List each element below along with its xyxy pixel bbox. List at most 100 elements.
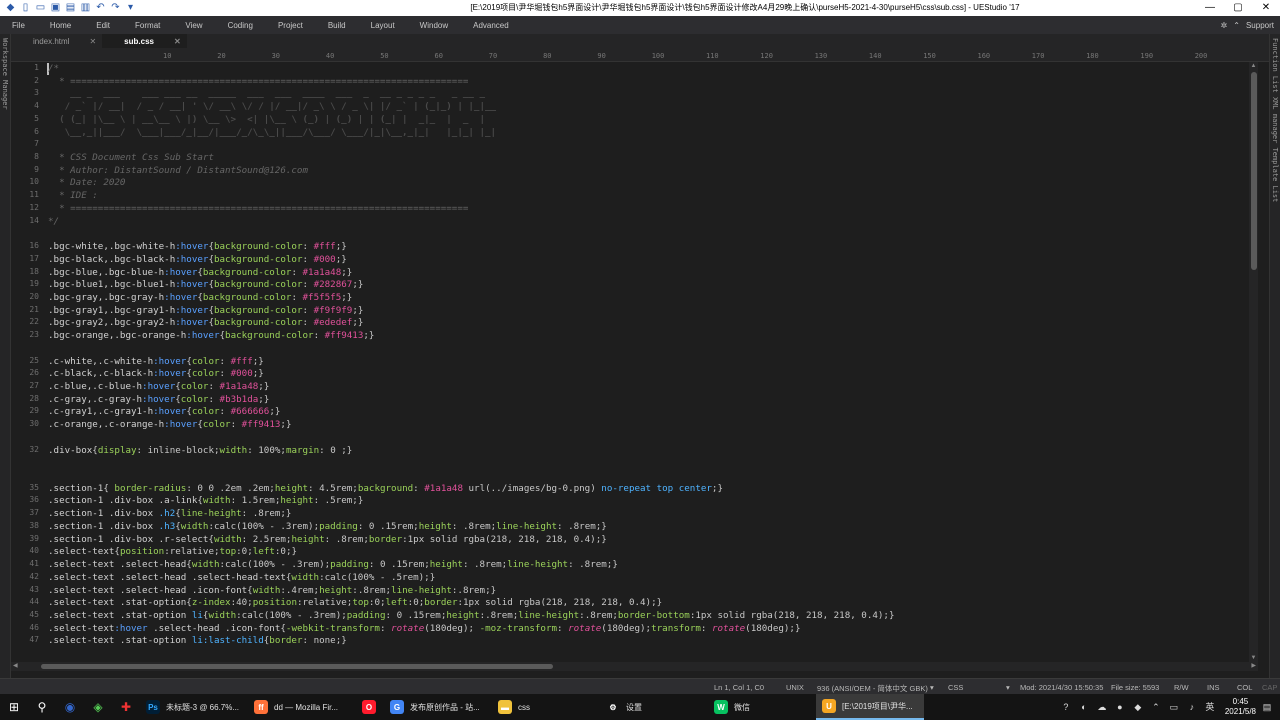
tray-app-icon[interactable]: ◆ [1131, 700, 1145, 714]
code-line[interactable]: .c-black,.c-black-h:hover{color: #000;} [48, 368, 264, 381]
workspace-manager-label[interactable]: Workspace Manager [1, 38, 9, 110]
code-line[interactable]: .bgc-gray2,.bgc-gray2-h:hover{background… [48, 317, 363, 330]
volume-icon[interactable]: ♪ [1185, 700, 1199, 714]
show-hidden-icons-icon[interactable]: ⌃ [1149, 700, 1163, 714]
save-icon[interactable]: ▣ [49, 1, 62, 14]
code-line[interactable]: * ======================================… [48, 76, 468, 89]
dropdown-chevron-icon[interactable]: ▾ [1006, 683, 1010, 692]
code-area[interactable]: /* * ===================================… [48, 62, 1249, 662]
help-chevron-icon[interactable]: ⌃ [1233, 21, 1240, 30]
code-line[interactable]: .section-1 .div-box .a-link{width: 1.5re… [48, 495, 363, 508]
save-all-icon[interactable]: ▤ [64, 1, 77, 14]
scroll-left-arrow-icon[interactable]: ◀ [13, 662, 18, 669]
code-line[interactable]: .bgc-orange,.bgc-orange-h:hover{backgrou… [48, 330, 374, 343]
menu-home[interactable]: Home [38, 21, 84, 30]
code-line[interactable]: .section-1 .div-box .h2{line-height: .8r… [48, 508, 291, 521]
code-line[interactable]: .section-1{ border-radius: 0 0 .2em .2em… [48, 483, 723, 496]
menu-build[interactable]: Build [316, 21, 359, 30]
taskbar-app[interactable]: O [356, 694, 384, 720]
dropdown-chevron-icon[interactable]: ▾ [930, 683, 934, 692]
app-icon[interactable]: ✚ [112, 694, 140, 720]
undo-icon[interactable]: ↶ [94, 1, 107, 14]
code-line[interactable]: * Date: 2020 [48, 177, 125, 190]
menu-layout[interactable]: Layout [359, 21, 408, 30]
scroll-up-arrow-icon[interactable]: ▲ [1249, 63, 1258, 69]
workspace-manager-panel[interactable]: Workspace Manager [0, 34, 11, 678]
tray-app-icon[interactable]: ◐ [1077, 700, 1091, 714]
code-line[interactable]: .select-text .select-head .select-head-t… [48, 572, 435, 585]
code-line[interactable]: .select-text .stat-option li:last-child{… [48, 635, 347, 648]
code-line[interactable]: \__,_||___/ \___|___/_|__/|___/_/\_\_||_… [48, 127, 496, 140]
menu-edit[interactable]: Edit [84, 21, 123, 30]
code-line[interactable]: * IDE : [48, 190, 98, 203]
code-line[interactable]: .section-1 .div-box .h3{width:calc(100% … [48, 521, 607, 534]
menu-file[interactable]: File [0, 21, 38, 30]
open-file-icon[interactable]: ▭ [34, 1, 47, 14]
menu-format[interactable]: Format [123, 21, 173, 30]
encoding[interactable]: 936 (ANSI/OEM - 简体中文 GBK) [817, 683, 928, 694]
menu-project[interactable]: Project [266, 21, 316, 30]
code-line[interactable]: .select-text .stat-option{z-index:40;pos… [48, 597, 662, 610]
app-icon[interactable]: ◈ [84, 694, 112, 720]
right-panels-label[interactable]: Function List XML manager Template List [1271, 38, 1279, 202]
menu-advanced[interactable]: Advanced [461, 21, 522, 30]
input-method-icon[interactable]: 英 [1203, 700, 1217, 714]
tab-sub-css[interactable]: sub.css ✕ [102, 34, 187, 48]
menu-view[interactable]: View [173, 21, 215, 30]
tab-close-icon[interactable]: ✕ [89, 37, 96, 46]
search-icon[interactable]: ⚲ [28, 694, 56, 720]
taskbar-app[interactable]: ⚙ 设置 [600, 694, 708, 720]
code-line[interactable]: .c-orange,.c-orange-h:hover{color: #ff94… [48, 419, 291, 432]
vertical-scroll-thumb[interactable] [1251, 72, 1257, 270]
code-editor[interactable]: 1 2 3 4 5 6 7 8 9 10 11 12 14 16 17 18 19 20 21 22 23 25 26 27 2… [11, 62, 1249, 662]
code-line[interactable]: */ [48, 216, 59, 229]
menu-coding[interactable]: Coding [216, 21, 266, 30]
read-write-status[interactable]: R/W [1174, 683, 1189, 692]
column-mode[interactable]: COL [1237, 683, 1252, 692]
redo-icon[interactable]: ↷ [109, 1, 122, 14]
code-line[interactable]: .c-gray,.c-gray-h:hover{color: #b3b1da;} [48, 394, 269, 407]
code-line[interactable]: ( (_| |\__ \ | __\__ \ |) \__ \> <| |\__… [48, 114, 485, 127]
code-line[interactable]: * ======================================… [48, 203, 468, 216]
taskbar-app[interactable]: ▬ css [492, 694, 600, 720]
insert-mode[interactable]: INS [1207, 683, 1220, 692]
settings-icon[interactable]: ✲ [1221, 21, 1228, 30]
print-icon[interactable]: ▥ [79, 1, 92, 14]
new-file-icon[interactable]: ▯ [19, 1, 32, 14]
help-icon[interactable]: ? [1059, 700, 1073, 714]
code-line[interactable]: .bgc-gray,.bgc-gray-h:hover{background-c… [48, 292, 352, 305]
code-line[interactable]: * CSS Document Css Sub Start [48, 152, 214, 165]
code-line[interactable]: / _` |/ __| / _ / __| ' \/ __\ \/ / |/ _… [48, 101, 496, 114]
code-line[interactable]: .section-1 .div-box .r-select{width: 2.5… [48, 534, 607, 547]
code-line[interactable]: .select-text:hover .select-head .icon-fo… [48, 623, 801, 636]
scroll-right-arrow-icon[interactable]: ▶ [1251, 662, 1256, 669]
maximize-button[interactable]: ▢ [1224, 0, 1252, 16]
code-line[interactable]: .c-white,.c-white-h:hover{color: #fff;} [48, 356, 264, 369]
onedrive-icon[interactable]: ☁ [1095, 700, 1109, 714]
tab-close-icon[interactable]: ✕ [174, 37, 181, 46]
network-icon[interactable]: ▭ [1167, 700, 1181, 714]
code-line[interactable]: .div-box{display: inline-block;width: 10… [48, 445, 352, 458]
cursor-position[interactable]: Ln 1, Col 1, C0 [714, 683, 764, 692]
code-line[interactable]: .c-blue,.c-blue-h:hover{color: #1a1a48;} [48, 381, 269, 394]
code-line[interactable]: * Author: DistantSound / DistantSound@12… [48, 165, 308, 178]
support-menu[interactable]: Support [1246, 21, 1274, 30]
code-line[interactable]: .select-text .select-head .icon-font{wid… [48, 585, 496, 598]
taskbar-app[interactable]: ff dd — Mozilla Fir... [248, 694, 356, 720]
customize-toolbar-icon[interactable]: ▾ [124, 1, 137, 14]
vertical-scrollbar[interactable]: ▲ ▼ [1249, 62, 1258, 662]
code-line[interactable]: .bgc-blue1,.bgc-blue1-h:hover{background… [48, 279, 363, 292]
code-line[interactable]: .select-text{position:relative;top:0;lef… [48, 546, 297, 559]
code-line[interactable]: .select-text .stat-option li{width:calc(… [48, 610, 894, 623]
wechat-tray-icon[interactable]: ● [1113, 700, 1127, 714]
function-list-panel[interactable]: Function List XML manager Template List [1269, 34, 1280, 678]
tab-index-html[interactable]: index.html ✕ [11, 34, 102, 48]
minimize-button[interactable]: — [1196, 0, 1224, 16]
scroll-down-arrow-icon[interactable]: ▼ [1249, 655, 1258, 661]
taskbar-app[interactable]: G 发布原创作品 - 站... [384, 694, 492, 720]
menu-window[interactable]: Window [408, 21, 461, 30]
edge-browser-icon[interactable]: ◉ [56, 694, 84, 720]
code-line[interactable]: .select-text .select-head{width:calc(100… [48, 559, 618, 572]
code-line[interactable]: .bgc-white,.bgc-white-h:hover{background… [48, 241, 347, 254]
close-button[interactable]: ✕ [1252, 0, 1280, 16]
